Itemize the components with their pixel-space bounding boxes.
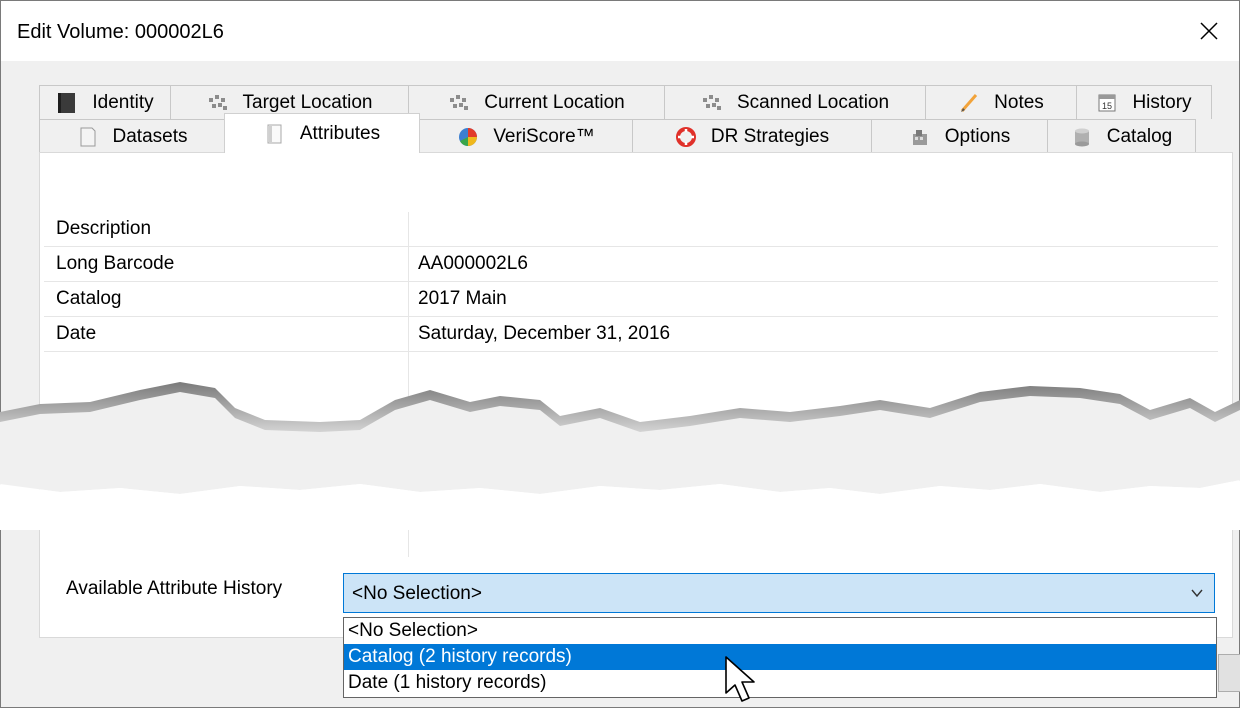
tab-datasets[interactable]: Datasets [39,119,225,153]
attribute-row[interactable]: Date Saturday, December 31, 2016 [44,317,1218,352]
tab-label: Catalog [1106,125,1173,147]
tab-label: DR Strategies [710,125,830,147]
tab-options[interactable]: Options [871,119,1048,153]
tab-label: Scanned Location [736,91,890,113]
tab-catalog[interactable]: Catalog [1047,119,1196,153]
tab-label: Current Location [484,91,625,113]
attributes-page-icon [267,124,282,143]
tab-row-back: Identity Target Location Current Locatio… [39,85,1212,119]
location-grid-icon [450,94,469,110]
svg-text:15: 15 [1102,101,1112,111]
close-icon [1200,22,1218,40]
lifebuoy-icon [675,126,696,147]
attribute-name: Description [56,218,152,239]
attribute-name: Catalog [56,288,122,309]
attribute-history-label: Available Attribute History [66,578,283,599]
attribute-value: 2017 Main [418,288,507,309]
attribute-row[interactable]: Description [44,212,1218,247]
tab-label: Datasets [112,125,188,147]
attribute-history-combobox[interactable]: <No Selection> [343,573,1215,613]
mouse-pointer-icon [725,656,755,702]
location-grid-icon [208,94,227,110]
dialog-title: Edit Volume: 000002L6 [17,21,224,43]
tab-attributes[interactable]: Attributes [224,113,420,153]
tab-label: History [1132,91,1192,113]
attribute-name: Long Barcode [56,253,175,274]
attribute-value: Saturday, December 31, 2016 [418,323,671,344]
identity-book-icon [58,92,76,113]
combobox-selected-value: <No Selection> [352,583,482,604]
tab-scanned-location[interactable]: Scanned Location [664,85,926,119]
tab-label: Notes [994,91,1044,113]
tab-dr-strategies[interactable]: DR Strategies [632,119,872,153]
tab-history[interactable]: 15 History [1076,85,1212,119]
location-grid-icon [702,94,721,110]
attribute-name: Date [56,323,97,344]
tab-label: Identity [92,91,154,113]
document-icon [80,127,95,146]
tab-identity[interactable]: Identity [39,85,171,119]
tab-veriscore[interactable]: VeriScore™ [419,119,633,153]
pencil-icon [961,93,978,112]
dropdown-option[interactable]: <No Selection> [344,618,1216,644]
attributes-grid: Description Long Barcode AA000002L6 Cata… [44,212,1218,352]
partially-hidden-button[interactable] [1218,654,1240,692]
tab-current-location[interactable]: Current Location [408,85,665,119]
dropdown-option-highlighted[interactable]: Catalog (2 history records) [344,644,1216,670]
attribute-row[interactable]: Long Barcode AA000002L6 [44,247,1218,282]
attribute-row[interactable]: Catalog 2017 Main [44,282,1218,317]
database-icon [1074,128,1089,146]
tab-label: Options [944,125,1011,147]
tab-notes[interactable]: Notes [925,85,1077,119]
tab-label: VeriScore™ [493,125,595,147]
tab-label: Target Location [242,91,373,113]
options-icon [912,129,927,145]
title-bar: Edit Volume: 000002L6 [1,1,1239,61]
tab-row-front: Datasets Attributes VeriScore™ DR Strate… [39,113,1196,153]
chevron-down-icon [1191,589,1203,598]
attribute-value: AA000002L6 [418,253,528,274]
attribute-history-dropdown-list: <No Selection> Catalog (2 history record… [343,617,1217,698]
torn-edge-graphic [0,382,1240,530]
tab-label: Attributes [299,122,381,144]
close-button[interactable] [1179,1,1239,61]
dropdown-option[interactable]: Date (1 history records) [344,670,1216,696]
calendar-icon: 15 [1098,94,1116,111]
veriscore-pie-icon [459,127,478,146]
